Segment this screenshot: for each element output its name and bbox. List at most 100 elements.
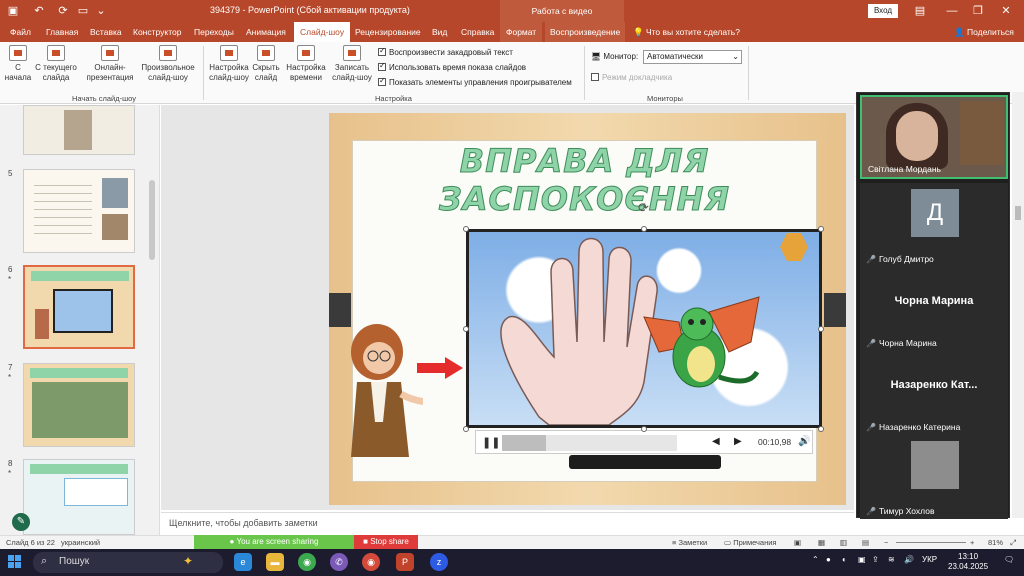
resize-handle[interactable] <box>641 226 647 232</box>
participant-tile[interactable]: Світлана Мордань <box>860 95 1008 179</box>
undo-icon[interactable]: ↶ <box>32 4 46 18</box>
from-start-button[interactable]: С начала <box>4 45 32 83</box>
rotate-handle-icon[interactable]: ⟳ <box>638 200 649 216</box>
tab-file[interactable]: Файл <box>10 22 31 42</box>
panel-scrollbar[interactable] <box>1012 92 1024 518</box>
chrome-profile-icon[interactable]: ◉ <box>362 553 380 571</box>
taskbar-search[interactable]: ⌕ Пошук ✦ <box>33 552 223 573</box>
minimize-icon[interactable]: — <box>944 3 960 19</box>
zoom-level[interactable]: 81% <box>988 538 1003 547</box>
timings-checkbox[interactable]: Использовать время показа слайдов <box>378 61 526 72</box>
slideshow-view-icon[interactable]: ▤ <box>862 538 869 547</box>
skip-forward-icon[interactable]: ▶ <box>734 436 742 447</box>
participant-tile[interactable]: Д 🎤 Голуб Дмитро <box>860 183 1008 267</box>
file-explorer-icon[interactable]: ▬ <box>266 553 284 571</box>
comments-toggle[interactable]: ▭ Примечания <box>724 538 777 547</box>
viber-icon[interactable]: ✆ <box>330 553 348 571</box>
tab-home[interactable]: Главная <box>46 22 78 42</box>
media-controls-checkbox[interactable]: Показать элементы управления проигрывате… <box>378 76 572 87</box>
participant-tile[interactable]: 🎤 Тимур Хохлов <box>860 435 1008 519</box>
stop-share-button[interactable]: ■ Stop share <box>354 535 418 549</box>
ribbon-options-icon[interactable]: ▤ <box>912 3 928 19</box>
powerpoint-icon[interactable]: P <box>396 553 414 571</box>
zoom-in-icon[interactable]: + <box>970 538 974 547</box>
participant-tile[interactable]: Чорна Марина 🎤 Чорна Марина <box>860 267 1008 351</box>
tray-chevron-icon[interactable]: ⌃ <box>812 555 819 564</box>
slide-title[interactable]: ВПРАВА ДЛЯ ЗАСПОКОЄННЯ <box>352 142 817 219</box>
zoom-icon[interactable]: z <box>430 553 448 571</box>
input-language[interactable]: УКР <box>922 555 937 564</box>
narration-checkbox[interactable]: Воспроизвести закадровый текст <box>378 46 513 57</box>
tab-format[interactable]: Формат <box>500 22 543 42</box>
scrollbar-thumb[interactable] <box>149 180 155 260</box>
setup-slideshow-button[interactable]: Настройка слайд-шоу <box>207 45 251 83</box>
clock[interactable]: 13:10 23.04.2025 <box>948 552 988 572</box>
zoom-out-icon[interactable]: − <box>884 538 888 547</box>
tray-volume-icon[interactable]: 🔊 <box>904 555 914 564</box>
reading-view-icon[interactable]: ▥ <box>840 538 847 547</box>
custom-slideshow-button[interactable]: Произвольное слайд-шоу <box>140 45 196 83</box>
slide-thumbnail-6[interactable] <box>23 265 135 349</box>
video-frame[interactable] <box>466 229 822 428</box>
tab-animation[interactable]: Анимация <box>246 22 286 42</box>
tab-slideshow[interactable]: Слайд-шоу <box>294 22 351 42</box>
hide-slide-button[interactable]: Скрыть слайд <box>252 45 280 83</box>
pause-icon[interactable]: ❚❚ <box>482 436 500 449</box>
pen-icon[interactable]: ✎ <box>12 513 30 531</box>
windows-start-icon[interactable] <box>8 555 22 569</box>
resize-handle[interactable] <box>463 426 469 432</box>
customize-icon[interactable]: ⌄ <box>94 4 108 18</box>
tray-app-icon[interactable]: ◐ <box>842 555 847 564</box>
tell-me-search[interactable]: 💡 Что вы хотите сделать? <box>633 22 740 42</box>
redo-icon[interactable]: ⟳ <box>56 4 70 18</box>
tab-help[interactable]: Справка <box>461 22 494 42</box>
resize-handle[interactable] <box>463 226 469 232</box>
fit-slide-icon[interactable]: ⤢ <box>1010 538 1016 548</box>
notes-pane[interactable]: Щелкните, чтобы добавить заметки <box>161 512 854 534</box>
share-button[interactable]: 👤 Поделиться <box>954 22 1014 42</box>
tab-view[interactable]: Вид <box>432 22 447 42</box>
slide-thumbnail-8[interactable] <box>23 459 135 535</box>
tab-design[interactable]: Конструктор <box>133 22 181 42</box>
red-arrow-icon[interactable] <box>417 357 463 379</box>
zoom-slider[interactable] <box>896 542 966 543</box>
tab-transitions[interactable]: Переходы <box>194 22 234 42</box>
language-indicator[interactable]: украинский <box>61 538 100 547</box>
from-current-button[interactable]: С текущего слайда <box>34 45 78 83</box>
notifications-icon[interactable]: 🗨 <box>1004 555 1014 564</box>
tab-insert[interactable]: Вставка <box>90 22 122 42</box>
tray-share-icon[interactable]: ⇪ <box>872 555 879 564</box>
edge-icon[interactable]: e <box>234 553 252 571</box>
monitor-select[interactable]: Автоматически ⌄ <box>643 50 742 64</box>
tab-review[interactable]: Рецензирование <box>355 22 421 42</box>
login-button[interactable]: Вход <box>868 4 898 18</box>
slide-thumbnail-4[interactable] <box>23 105 135 155</box>
volume-icon[interactable]: 🔊 <box>798 436 810 447</box>
present-icon[interactable]: ▭ <box>76 4 90 18</box>
resize-handle[interactable] <box>818 426 824 432</box>
online-presentation-button[interactable]: Онлайн-презентация <box>84 45 136 83</box>
scrollbar-thumb[interactable] <box>1015 206 1021 220</box>
tray-wifi-icon[interactable]: ≋ <box>888 555 895 564</box>
tab-playback[interactable]: Воспроизведение <box>545 22 626 42</box>
resize-handle[interactable] <box>463 326 469 332</box>
presenter-view-checkbox[interactable]: Режим докладчика <box>591 73 672 82</box>
slide-thumbnail-5[interactable] <box>23 169 135 253</box>
slide-thumbnail-7[interactable] <box>23 363 135 447</box>
resize-handle[interactable] <box>818 326 824 332</box>
sorter-view-icon[interactable]: ▦ <box>818 538 825 547</box>
chrome-icon[interactable]: ◉ <box>298 553 316 571</box>
teacher-illustration[interactable] <box>343 322 423 462</box>
notes-toggle[interactable]: ≡ Заметки <box>672 538 707 547</box>
tray-app-icon[interactable]: ● <box>826 555 831 564</box>
resize-handle[interactable] <box>818 226 824 232</box>
video-progress-track[interactable] <box>502 435 677 451</box>
record-slideshow-button[interactable]: Записать слайд-шоу <box>330 45 374 83</box>
save-icon[interactable]: ▣ <box>6 4 20 18</box>
close-icon[interactable]: ✕ <box>998 3 1014 19</box>
skip-back-icon[interactable]: ◀ <box>712 436 720 447</box>
rehearse-timings-button[interactable]: Настройка времени <box>284 45 328 83</box>
resize-handle[interactable] <box>641 426 647 432</box>
normal-view-icon[interactable]: ▣ <box>794 538 801 547</box>
participant-tile[interactable]: Назаренко Кат... 🎤 Назаренко Катерина <box>860 351 1008 435</box>
